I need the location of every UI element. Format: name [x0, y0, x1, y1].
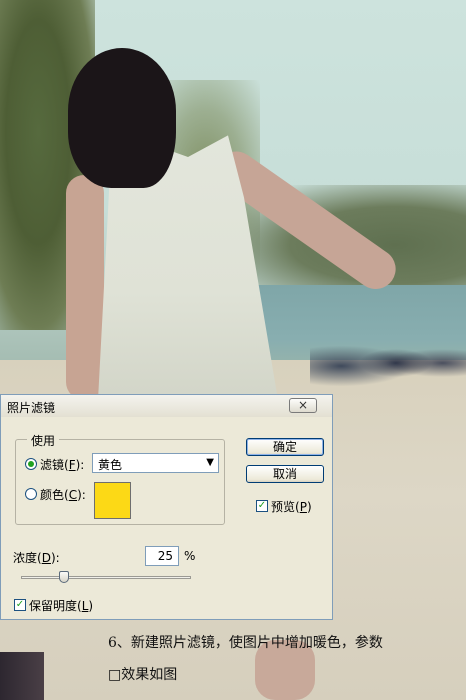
- color-radio[interactable]: [25, 488, 37, 500]
- shortcut-key: P: [299, 500, 307, 514]
- caption-line-2: □效果如图: [108, 667, 178, 683]
- filter-radio[interactable]: [25, 458, 37, 470]
- close-button[interactable]: ×: [289, 398, 317, 413]
- label-text: ):: [50, 551, 60, 565]
- density-slider-track[interactable]: [21, 576, 191, 579]
- color-swatch[interactable]: [94, 482, 131, 519]
- label-text: 颜色(: [40, 488, 69, 502]
- label-text: 保留明度(: [29, 599, 82, 613]
- label-text: 浓度(: [13, 551, 42, 565]
- dark-corner: [0, 652, 44, 700]
- caption-line-1: 6、新建照片滤镜，使图片中增加暖色，参数: [108, 635, 383, 651]
- ok-button[interactable]: 确定: [246, 438, 324, 456]
- shortcut-key: C: [68, 488, 78, 502]
- label-text: ): [306, 500, 312, 514]
- preview-checkbox[interactable]: ✓: [256, 500, 268, 512]
- photo-filter-dialog: 照片滤镜 × 使用 滤镜(F): 黄色 ▼ 颜色(C): 确定 取消 ✓ 预览(…: [0, 394, 333, 620]
- filter-radio-label[interactable]: 滤镜(F):: [40, 456, 84, 473]
- dialog-titlebar[interactable]: 照片滤镜 ×: [1, 395, 332, 417]
- filter-selected-value: 黄色: [98, 458, 123, 472]
- density-input[interactable]: 25: [145, 546, 179, 566]
- preserve-luminosity-label[interactable]: 保留明度(L): [29, 597, 93, 614]
- label-text: ):: [77, 488, 86, 502]
- preserve-luminosity-checkbox[interactable]: ✓: [14, 599, 26, 611]
- preview-label[interactable]: 预览(P): [271, 498, 312, 515]
- people-group: [310, 330, 466, 390]
- dialog-title: 照片滤镜: [7, 401, 56, 415]
- density-unit: %: [184, 549, 196, 563]
- shortcut-key: F: [68, 458, 76, 472]
- label-text: ): [88, 599, 94, 613]
- cancel-button[interactable]: 取消: [246, 465, 324, 483]
- label-text: 预览(: [271, 500, 300, 514]
- use-group-label: 使用: [27, 432, 60, 449]
- girl-left-arm: [66, 175, 104, 400]
- label-text: 滤镜(: [40, 458, 69, 472]
- density-slider-thumb[interactable]: [58, 571, 69, 583]
- chevron-down-icon: ▼: [206, 457, 214, 468]
- caption: 6、新建照片滤镜，使图片中增加暖色，参数 □效果如图: [0, 620, 466, 700]
- shortcut-key: D: [41, 551, 51, 565]
- color-radio-label[interactable]: 颜色(C):: [40, 486, 86, 503]
- close-icon: ×: [297, 398, 309, 412]
- label-text: ):: [75, 458, 85, 472]
- girl-hair: [68, 48, 176, 188]
- filter-select[interactable]: 黄色 ▼: [92, 453, 219, 473]
- density-label: 浓度(D):: [13, 549, 60, 566]
